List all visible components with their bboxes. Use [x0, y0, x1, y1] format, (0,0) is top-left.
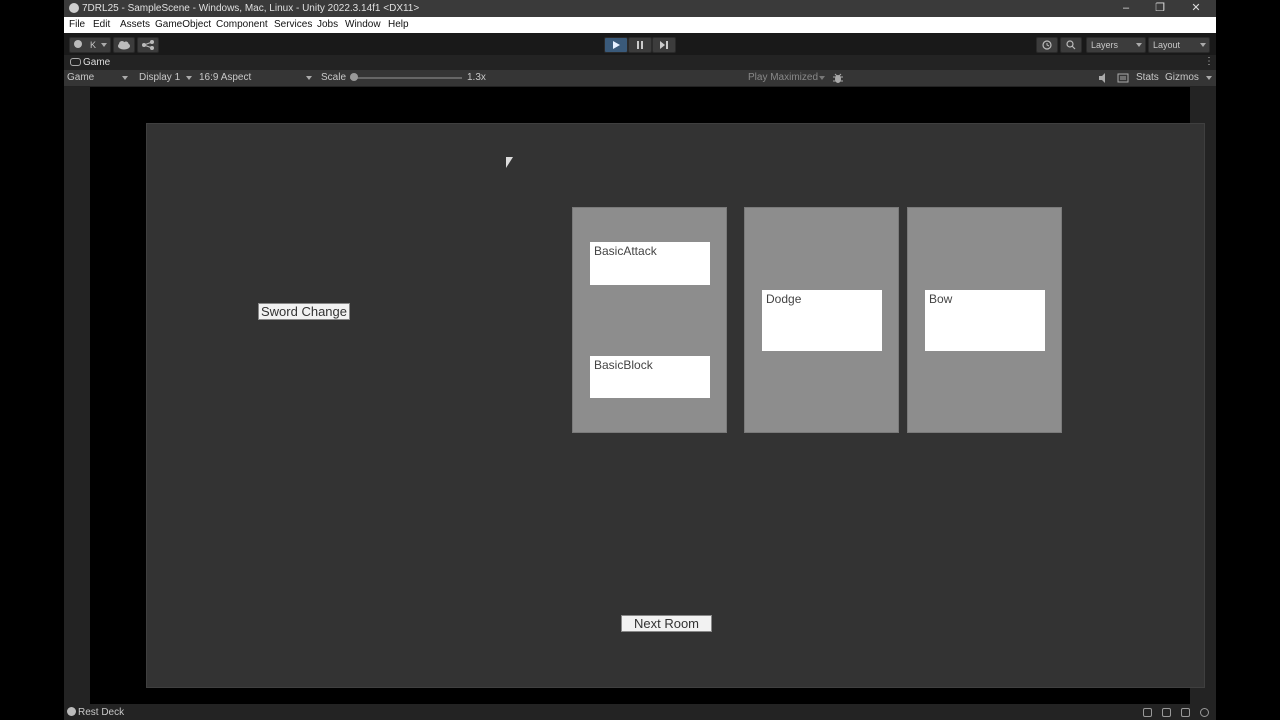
cloud-button[interactable]: [113, 37, 135, 53]
card-bow[interactable]: Bow: [925, 290, 1045, 351]
title-bar: 7DRL25 - SampleScene - Windows, Mac, Lin…: [64, 0, 1216, 17]
more-options-icon[interactable]: ⋮: [1204, 56, 1214, 67]
display-select[interactable]: Display 1: [139, 72, 180, 83]
game-view: Sword Change BasicAttack BasicBlock Dodg…: [64, 87, 1216, 704]
layers-dropdown[interactable]: Layers: [1086, 37, 1146, 53]
close-button[interactable]: ✕: [1182, 1, 1210, 16]
layers-label: Layers: [1091, 40, 1119, 50]
shortcuts-icon[interactable]: [1117, 72, 1129, 84]
chevron-down-icon[interactable]: [819, 76, 825, 80]
scale-value: 1.3x: [467, 72, 486, 83]
main-toolbar: K Layers Layout: [64, 33, 1216, 55]
cloud-icon: [118, 41, 130, 50]
tab-game[interactable]: Game: [83, 57, 110, 68]
chevron-down-icon: [1136, 43, 1142, 47]
menu-edit[interactable]: Edit: [93, 19, 110, 30]
card-basic-block[interactable]: BasicBlock: [590, 356, 710, 398]
menu-bar: File Edit Assets GameObject Component Se…: [64, 17, 1216, 33]
card-dodge[interactable]: Dodge: [762, 290, 882, 351]
gizmos-button[interactable]: Gizmos: [1165, 72, 1199, 83]
menu-assets[interactable]: Assets: [120, 19, 150, 30]
network-icon[interactable]: [1181, 708, 1190, 717]
collab-icon: [142, 40, 154, 50]
collab-button[interactable]: [137, 37, 159, 53]
bug-icon[interactable]: [832, 72, 844, 84]
card-panel-3: Bow: [907, 207, 1062, 433]
step-icon: [660, 41, 668, 49]
account-dropdown[interactable]: K: [69, 37, 111, 53]
play-button[interactable]: [604, 37, 628, 53]
game-canvas: Sword Change BasicAttack BasicBlock Dodg…: [146, 123, 1205, 688]
chevron-down-icon: [101, 43, 107, 47]
restore-button[interactable]: ❐: [1146, 1, 1174, 16]
scale-label: Scale: [321, 72, 347, 83]
play-icon: [613, 41, 620, 49]
unity-editor-window: 7DRL25 - SampleScene - Windows, Mac, Lin…: [64, 0, 1216, 720]
card-panel-2: Dodge: [744, 207, 899, 433]
account-icon: [74, 40, 82, 48]
menu-jobs[interactable]: Jobs: [317, 19, 338, 30]
aspect-select[interactable]: 16:9 Aspect: [199, 72, 251, 83]
layers-stack-icon[interactable]: [1162, 708, 1171, 717]
menu-services[interactable]: Services: [274, 19, 312, 30]
layout-label: Layout: [1153, 40, 1181, 50]
info-icon: [67, 707, 76, 716]
next-room-button[interactable]: Next Room: [621, 615, 712, 632]
search-button[interactable]: [1060, 37, 1082, 53]
search-icon: [1066, 40, 1076, 50]
status-message: Rest Deck: [78, 707, 125, 718]
pause-icon: [637, 41, 643, 49]
stats-button[interactable]: Stats: [1136, 72, 1159, 83]
menu-help[interactable]: Help: [388, 19, 409, 30]
window-title: 7DRL25 - SampleScene - Windows, Mac, Lin…: [82, 3, 420, 14]
menu-file[interactable]: File: [69, 19, 85, 30]
status-bar: Rest Deck: [64, 704, 1216, 720]
history-icon: [1042, 40, 1052, 50]
chevron-down-icon[interactable]: [186, 76, 192, 80]
card-basic-attack[interactable]: BasicAttack: [590, 242, 710, 285]
chevron-down-icon[interactable]: [1206, 76, 1212, 80]
unity-logo-icon: [69, 3, 79, 13]
step-button[interactable]: [652, 37, 676, 53]
history-button[interactable]: [1036, 37, 1058, 53]
check-icon[interactable]: [1200, 708, 1209, 717]
menu-component[interactable]: Component: [216, 19, 268, 30]
account-label: K: [90, 40, 97, 50]
menu-window[interactable]: Window: [345, 19, 381, 30]
chevron-down-icon[interactable]: [122, 76, 128, 80]
game-controller-icon: [70, 58, 81, 66]
menu-gameobject[interactable]: GameObject: [155, 19, 211, 30]
view-select[interactable]: Game: [67, 72, 94, 83]
scale-slider-thumb[interactable]: [350, 73, 358, 81]
mouse-cursor-icon: [506, 157, 513, 168]
layout-dropdown[interactable]: Layout: [1148, 37, 1210, 53]
chevron-down-icon: [1200, 43, 1206, 47]
play-mode-select[interactable]: Play Maximized: [748, 72, 818, 83]
mute-audio-icon[interactable]: [1097, 72, 1109, 84]
game-letterbox: Sword Change BasicAttack BasicBlock Dodg…: [90, 87, 1205, 704]
card-panel-1: BasicAttack BasicBlock: [572, 207, 727, 433]
sword-change-button[interactable]: Sword Change: [258, 303, 350, 320]
pause-button[interactable]: [628, 37, 652, 53]
tab-bar: Game ⋮: [64, 55, 1216, 70]
chevron-down-icon[interactable]: [306, 76, 312, 80]
game-view-toolbar: Game Display 1 16:9 Aspect Scale 1.3x Pl…: [64, 70, 1216, 87]
debug-icon[interactable]: [1143, 708, 1152, 717]
scale-slider-track[interactable]: [350, 77, 462, 79]
minimize-button[interactable]: –: [1112, 1, 1140, 16]
